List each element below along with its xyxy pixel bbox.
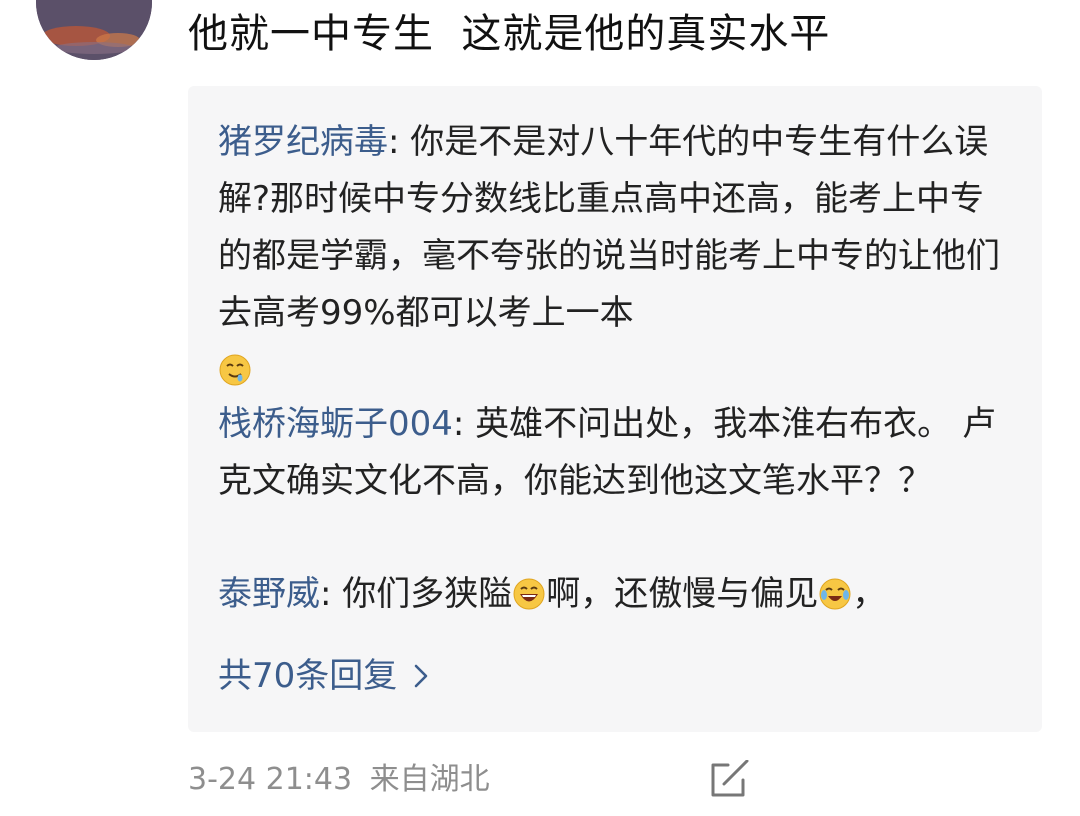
share-icon[interactable] — [708, 760, 752, 800]
reply-preview-box[interactable]: 猪罗纪病毒: 你是不是对八十年代的中专生有什么误解?那时候中专分数线比重点高中还… — [188, 86, 1042, 732]
more-replies-link[interactable]: 共70条回复 — [218, 648, 429, 705]
grinning-face-emoji — [513, 578, 545, 610]
tears-of-joy-emoji — [819, 578, 851, 610]
reply-separator: : — [388, 122, 411, 162]
post-date: 3-24 21:43 — [188, 762, 353, 797]
post-location: 来自湖北 — [369, 762, 490, 797]
reply-separator: : — [452, 404, 476, 444]
reply-item[interactable]: 泰野威: 你们多狭隘 啊，还傲慢与偏见 ， — [218, 566, 1018, 623]
avatar[interactable] — [36, 0, 152, 60]
post-text: 他就一中专生 这就是他的真实水平 — [188, 11, 831, 57]
drooling-face-emoji — [219, 354, 251, 386]
reply-item[interactable]: 栈桥海蛎子004: 英雄不问出处，我本淮右布衣。 卢克文确实文化不高，你能达到他… — [218, 396, 1018, 510]
reply-text: ， — [852, 574, 887, 614]
reply-separator: : — [320, 574, 343, 614]
more-replies-label[interactable]: 共70条回复 — [218, 656, 397, 696]
chevron-right-icon — [414, 664, 428, 688]
reply-author[interactable]: 泰野威 — [218, 574, 320, 614]
reply-author[interactable]: 栈桥海蛎子004 — [218, 404, 453, 444]
reply-text: 你们多狭隘 — [342, 574, 513, 614]
reply-author[interactable]: 猪罗纪病毒 — [218, 122, 388, 162]
post-meta: 3-24 21:43 来自湖北 — [188, 752, 490, 808]
reply-text: 啊，还傲慢与偏见 — [546, 574, 819, 614]
reply-item[interactable]: 猪罗纪病毒: 你是不是对八十年代的中专生有什么误解?那时候中专分数线比重点高中还… — [218, 114, 1018, 399]
